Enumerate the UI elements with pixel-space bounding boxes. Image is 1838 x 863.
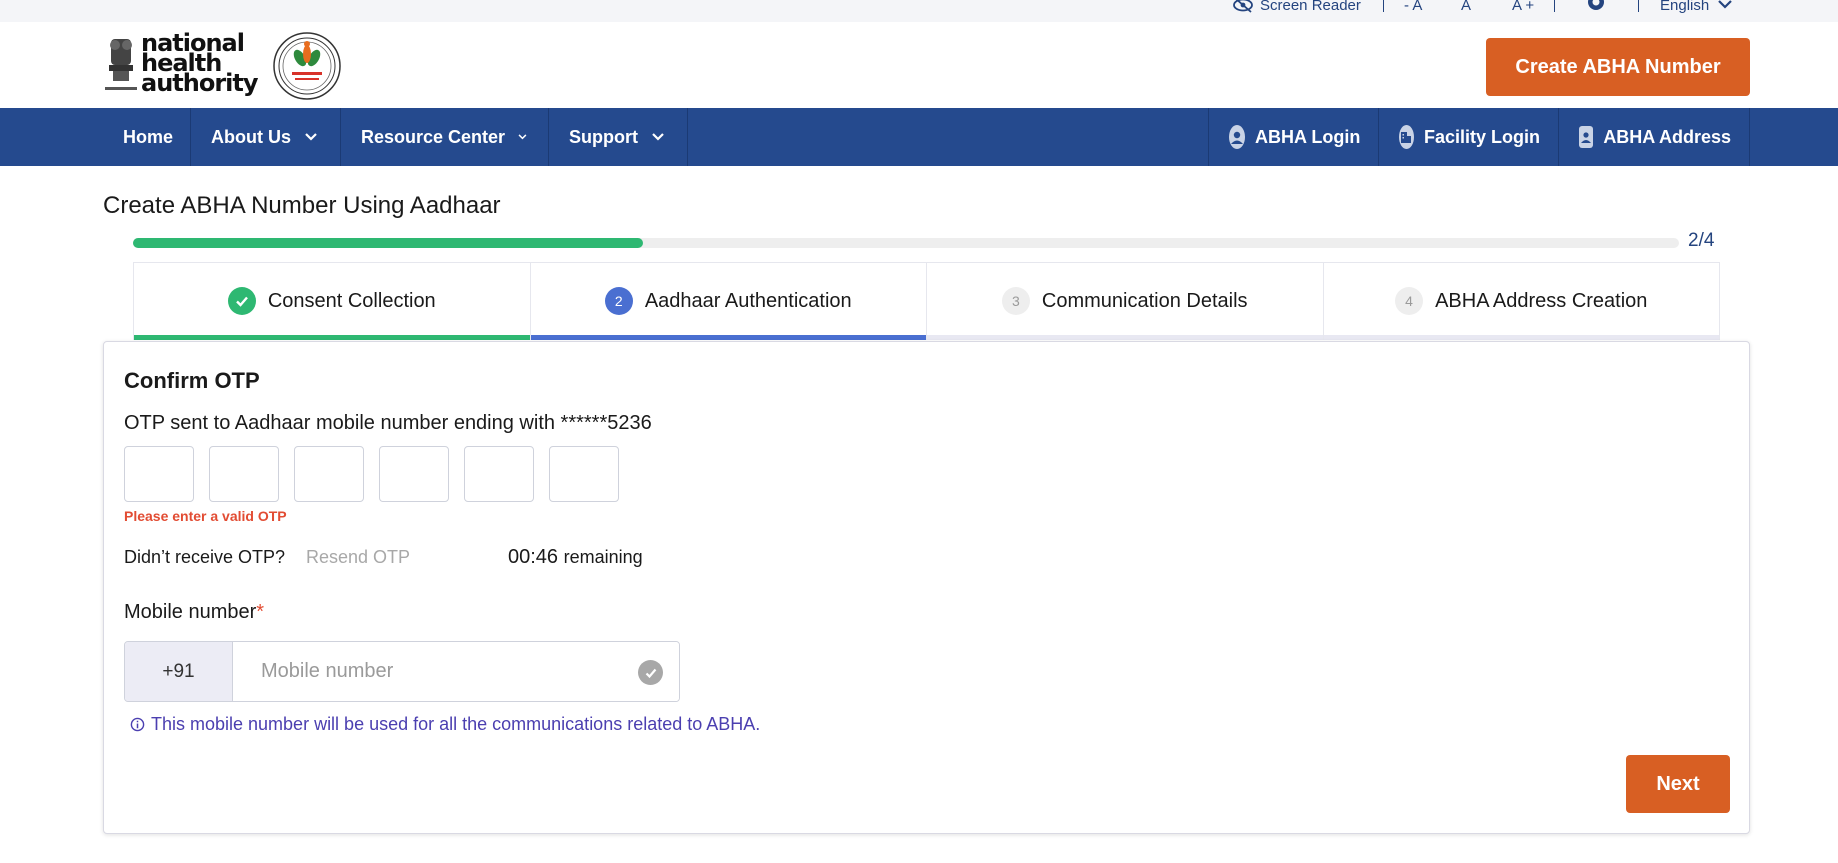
mobile-input-group: +91 bbox=[124, 641, 680, 702]
step-label: Consent Collection bbox=[267, 289, 436, 312]
national-emblem-icon bbox=[105, 39, 137, 90]
screen-reader-link[interactable]: Screen Reader bbox=[1232, 0, 1361, 15]
step-aadhaar-authentication[interactable]: 2 Aadhaar Authentication bbox=[530, 263, 927, 340]
step-label: Aadhaar Authentication bbox=[644, 289, 852, 312]
mobile-info-note: This mobile number will be used for all … bbox=[130, 714, 760, 735]
nha-logo[interactable]: national health authority bbox=[103, 31, 259, 99]
step-number: 2 bbox=[604, 287, 633, 315]
step-label: ABHA Address Creation bbox=[1435, 289, 1648, 312]
nha-wordmark: national health authority bbox=[141, 31, 259, 97]
info-icon bbox=[130, 717, 145, 732]
otp-digit-4[interactable] bbox=[379, 446, 449, 502]
card-title: Confirm OTP bbox=[124, 368, 260, 393]
nav-label: Support bbox=[569, 126, 638, 147]
theme-toggle[interactable] bbox=[1584, 0, 1608, 15]
font-decrease-button[interactable]: - A bbox=[1404, 0, 1422, 15]
progress-bar bbox=[133, 238, 1679, 248]
mobile-label-text: Mobile number bbox=[124, 601, 257, 623]
step-number: 3 bbox=[1001, 287, 1030, 315]
font-normal-button[interactable]: A bbox=[1461, 0, 1471, 15]
nav-label: Home bbox=[123, 126, 174, 147]
step-indicator-bar bbox=[134, 335, 530, 340]
nav-label: ABHA Login bbox=[1255, 126, 1361, 147]
digital-mission-logo-icon bbox=[273, 32, 341, 100]
nav-label: About Us bbox=[211, 126, 291, 147]
user-icon bbox=[1229, 125, 1245, 149]
divider bbox=[1638, 0, 1639, 12]
stepper: Consent Collection 2 Aadhaar Authenticat… bbox=[133, 262, 1720, 340]
page-title: Create ABHA Number Using Aadhaar bbox=[103, 192, 501, 219]
language-select[interactable]: English bbox=[1660, 0, 1733, 15]
otp-inputs bbox=[124, 446, 634, 502]
step-indicator-bar bbox=[927, 335, 1323, 340]
nav-label: ABHA Address bbox=[1603, 126, 1731, 147]
step-indicator-bar bbox=[530, 335, 926, 340]
eye-slash-icon bbox=[1233, 0, 1253, 13]
mobile-number-label: Mobile number* bbox=[124, 601, 264, 624]
timer-suffix: remaining bbox=[563, 547, 643, 567]
otp-sent-message: OTP sent to Aadhaar mobile number ending… bbox=[124, 412, 652, 434]
utility-bar: Screen Reader - A A A + English bbox=[0, 0, 1838, 22]
step-abha-address-creation[interactable]: 4 ABHA Address Creation bbox=[1323, 263, 1719, 340]
ndhm-logo[interactable] bbox=[270, 32, 344, 100]
building-icon bbox=[1399, 125, 1414, 149]
nav-item-resource-center[interactable]: Resource Center bbox=[341, 108, 549, 166]
timer-value: 00:46 bbox=[508, 546, 559, 568]
chevron-down-icon bbox=[305, 133, 317, 141]
chevron-down-icon bbox=[518, 134, 527, 140]
screen-reader-label: Screen Reader bbox=[1260, 0, 1361, 14]
otp-digit-6[interactable] bbox=[549, 446, 619, 502]
mobile-number-input[interactable] bbox=[233, 642, 679, 701]
divider bbox=[1383, 0, 1384, 12]
resend-otp-link[interactable]: Resend OTP bbox=[306, 547, 410, 568]
nav-item-abha-login[interactable]: ABHA Login bbox=[1208, 108, 1379, 166]
otp-digit-1[interactable] bbox=[124, 446, 194, 502]
required-mark: * bbox=[256, 601, 265, 623]
font-increase-button[interactable]: A + bbox=[1512, 0, 1534, 15]
otp-digit-5[interactable] bbox=[464, 446, 534, 502]
nav-label: Facility Login bbox=[1423, 126, 1540, 147]
check-circle-icon bbox=[227, 287, 256, 315]
nav-item-home[interactable]: Home bbox=[103, 108, 191, 166]
step-indicator-bar bbox=[1323, 335, 1719, 340]
nav-item-about-us[interactable]: About Us bbox=[191, 108, 341, 166]
main-nav: Home About Us Resource Center Support AB… bbox=[0, 108, 1838, 166]
info-text: This mobile number will be used for all … bbox=[151, 714, 761, 734]
language-label: English bbox=[1660, 0, 1710, 14]
chevron-down-icon bbox=[652, 133, 664, 141]
site-header: national health authority Create ABHA Nu… bbox=[0, 22, 1838, 108]
nav-item-support[interactable]: Support bbox=[549, 108, 688, 166]
step-number: 4 bbox=[1395, 287, 1424, 315]
step-label: Communication Details bbox=[1041, 289, 1248, 312]
progress-count: 2/4 bbox=[1688, 230, 1715, 251]
country-code-prefix: +91 bbox=[125, 642, 233, 701]
nav-label: Resource Center bbox=[361, 126, 506, 147]
progress-fill bbox=[133, 238, 644, 248]
resend-question: Didn’t receive OTP? bbox=[124, 547, 286, 567]
otp-digit-2[interactable] bbox=[209, 446, 279, 502]
chevron-down-icon bbox=[1718, 0, 1732, 9]
logo-line-3: authority bbox=[141, 69, 259, 97]
otp-digit-3[interactable] bbox=[294, 446, 364, 502]
step-communication-details[interactable]: 3 Communication Details bbox=[927, 263, 1324, 340]
nav-item-abha-address[interactable]: ABHA Address bbox=[1559, 108, 1750, 166]
otp-timer: 00:46 remaining bbox=[508, 546, 643, 569]
id-card-icon bbox=[1579, 126, 1594, 148]
contrast-gear-icon bbox=[1588, 0, 1604, 10]
step-consent-collection[interactable]: Consent Collection bbox=[134, 263, 531, 340]
next-button[interactable]: Next bbox=[1626, 755, 1730, 813]
otp-error-message: Please enter a valid OTP bbox=[124, 508, 287, 524]
divider bbox=[1554, 0, 1555, 12]
create-abha-number-button[interactable]: Create ABHA Number bbox=[1486, 38, 1750, 96]
nav-item-facility-login[interactable]: Facility Login bbox=[1379, 108, 1559, 166]
check-circle-icon bbox=[638, 660, 663, 685]
otp-card: Confirm OTP OTP sent to Aadhaar mobile n… bbox=[103, 341, 1750, 834]
